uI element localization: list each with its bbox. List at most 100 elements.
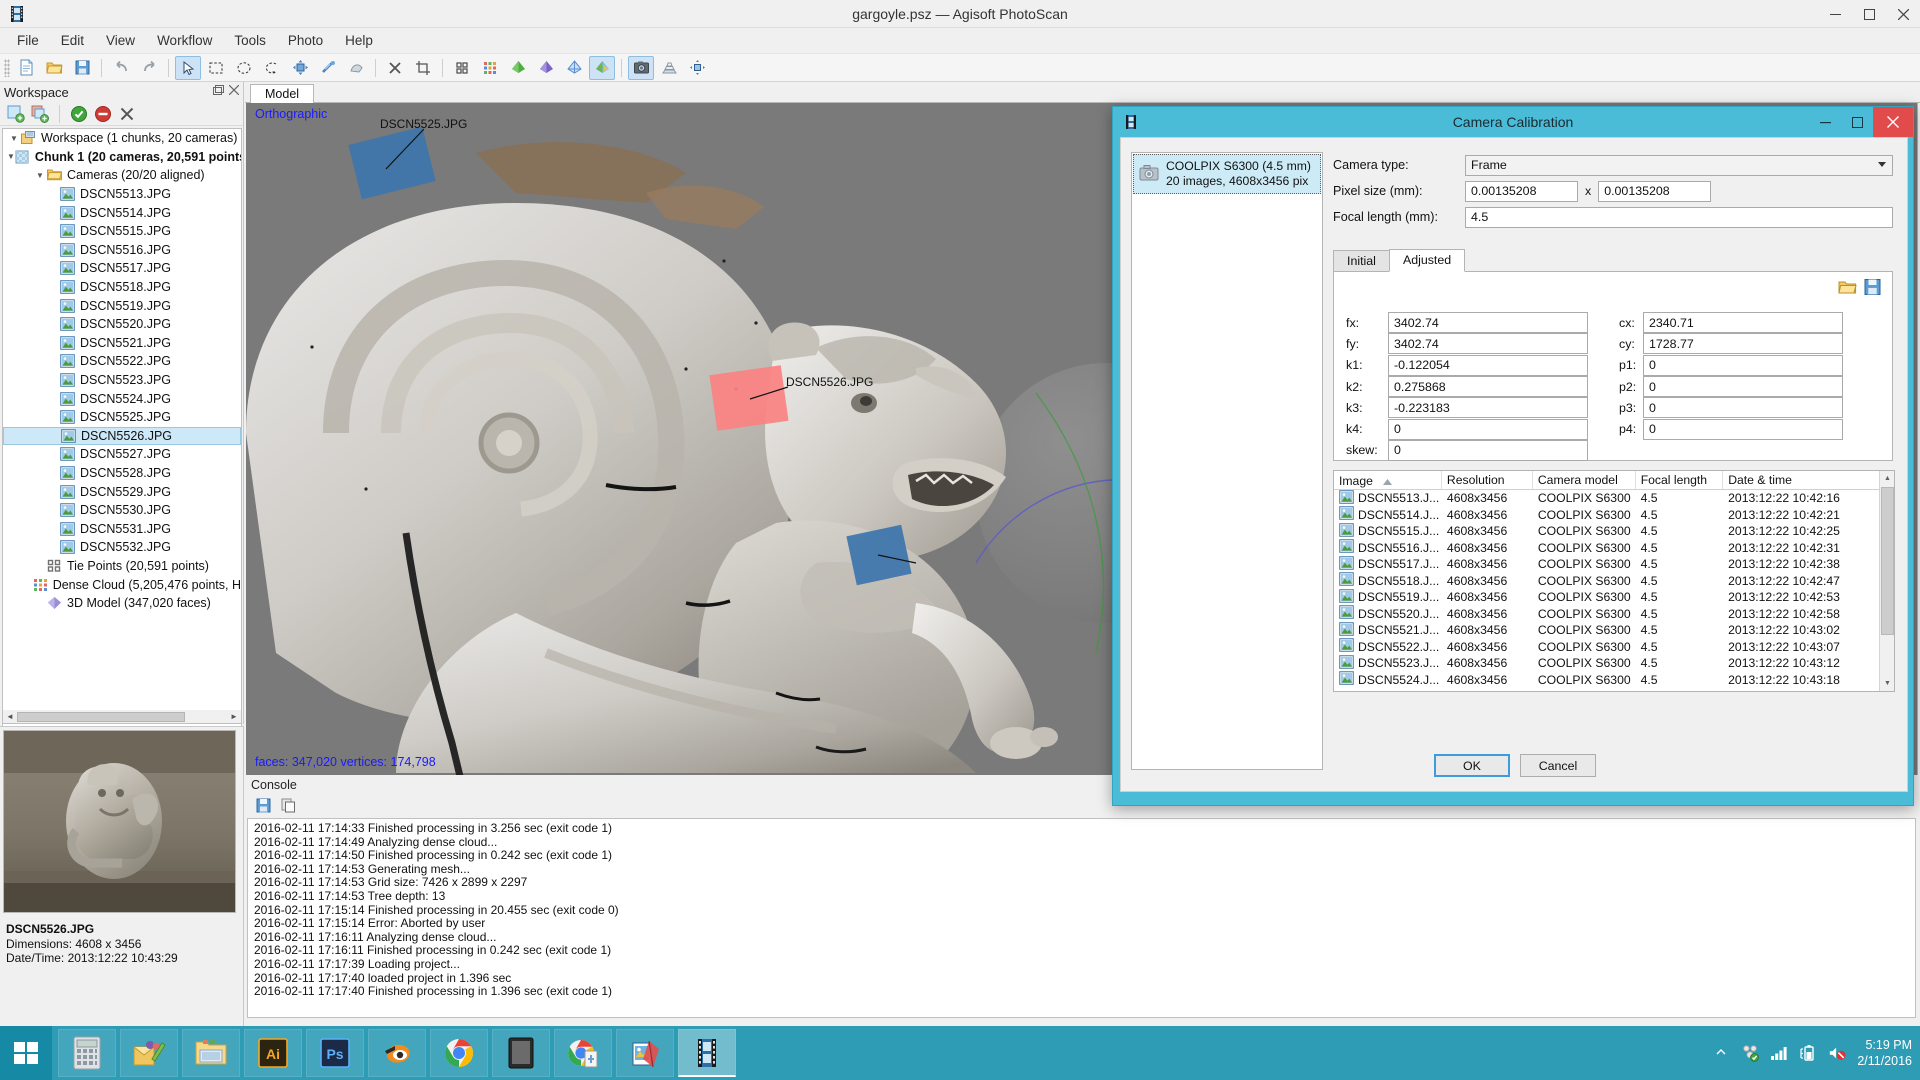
model-shaded-icon[interactable] — [533, 56, 559, 80]
table-row[interactable]: DSCN5518.J... 4608x3456 COOLPIX S6300 4.5 20… — [1334, 572, 1894, 590]
table-row[interactable]: DSCN5516.J... 4608x3456 COOLPIX S6300 4.5 20… — [1334, 539, 1894, 557]
taskbar-illustrator-icon[interactable]: Ai — [244, 1029, 302, 1077]
taskbar-mail-pencil-icon[interactable] — [120, 1029, 178, 1077]
param-left-input-fx[interactable]: 3402.74 — [1388, 312, 1588, 334]
menu-edit[interactable]: Edit — [50, 30, 95, 51]
new-document-icon[interactable] — [13, 56, 39, 80]
param-right-input-p3[interactable]: 0 — [1643, 397, 1843, 419]
tree-item-dscn5516jpg[interactable]: DSCN5516.JPG — [3, 241, 241, 260]
table-row[interactable]: DSCN5524.J... 4608x3456 COOLPIX S6300 4.5 20… — [1334, 671, 1894, 689]
tree-item-dscn5523jpg[interactable]: DSCN5523.JPG — [3, 371, 241, 390]
undo-icon[interactable] — [108, 56, 134, 80]
tree-item-dscn5529jpg[interactable]: DSCN5529.JPG — [3, 482, 241, 501]
tab-initial[interactable]: Initial — [1333, 250, 1390, 272]
workspace-horizontal-scrollbar[interactable]: ◄ ► — [2, 710, 242, 724]
tree-item-dscn5527jpg[interactable]: DSCN5527.JPG — [3, 445, 241, 464]
tree-item-dscn5520jpg[interactable]: DSCN5520.JPG — [3, 315, 241, 334]
menu-tools[interactable]: Tools — [223, 30, 277, 51]
dialog-close-button[interactable] — [1873, 107, 1913, 137]
param-left-input-k3[interactable]: -0.223183 — [1388, 397, 1588, 419]
pointer-icon[interactable] — [175, 55, 201, 80]
model-textured-icon[interactable] — [589, 55, 615, 80]
table-row[interactable]: DSCN5520.J... 4608x3456 COOLPIX S6300 4.5 20… — [1334, 605, 1894, 623]
expand-arrow-icon[interactable]: ▼ — [36, 171, 47, 180]
console-output[interactable]: 2016-02-11 17:14:33 Finished processing … — [247, 818, 1916, 1018]
close-button[interactable] — [1886, 0, 1920, 28]
table-row[interactable]: DSCN5521.J... 4608x3456 COOLPIX S6300 4.5 20… — [1334, 621, 1894, 639]
scroll-right-icon[interactable]: ► — [227, 711, 241, 723]
dialog-title-bar[interactable]: Camera Calibration — [1113, 107, 1913, 137]
camera-group-item[interactable]: COOLPIX S6300 (4.5 mm) 20 images, 4608x3… — [1133, 154, 1321, 194]
tree-item-dscn5531jpg[interactable]: DSCN5531.JPG — [3, 519, 241, 538]
tree-item-dscn5518jpg[interactable]: DSCN5518.JPG — [3, 278, 241, 297]
expand-arrow-icon[interactable]: ▼ — [7, 152, 15, 161]
taskbar-chrome-window-icon[interactable] — [554, 1029, 612, 1077]
table-vertical-scrollbar[interactable]: ▲ ▼ — [1879, 471, 1894, 691]
menu-help[interactable]: Help — [334, 30, 384, 51]
table-row[interactable]: DSCN5517.J... 4608x3456 COOLPIX S6300 4.5 20… — [1334, 555, 1894, 573]
show-hidden-icons-chevron[interactable] — [1712, 1044, 1730, 1062]
table-row[interactable]: DSCN5513.J... 4608x3456 COOLPIX S6300 4.5 20… — [1334, 489, 1894, 507]
tab-model[interactable]: Model — [250, 84, 315, 105]
param-right-input-p1[interactable]: 0 — [1643, 354, 1843, 376]
table-scrollbar-thumb[interactable] — [1881, 487, 1894, 635]
tree-item-dscn5532jpg[interactable]: DSCN5532.JPG — [3, 538, 241, 557]
tree-item-dscn5519jpg[interactable]: DSCN5519.JPG — [3, 296, 241, 315]
workspace-tree[interactable]: ▼ Workspace (1 chunks, 20 cameras) ▼ Chunk … — [2, 128, 242, 778]
duplicate-chunk-icon[interactable] — [30, 104, 50, 124]
load-calibration-icon[interactable] — [1838, 278, 1857, 299]
tie-points-icon[interactable] — [449, 56, 475, 80]
pixel-size-x-input[interactable]: 0.00135208 — [1465, 180, 1578, 202]
calibration-image-table[interactable]: Image Resolution Camera model Focal leng… — [1333, 470, 1895, 692]
tree-item-dscn5525jpg[interactable]: DSCN5525.JPG — [3, 408, 241, 427]
taskbar-clock[interactable]: 5:19 PM 2/11/2016 — [1857, 1037, 1912, 1069]
tree-item-dscn5514jpg[interactable]: DSCN5514.JPG — [3, 203, 241, 222]
table-row[interactable]: DSCN5519.J... 4608x3456 COOLPIX S6300 4.5 20… — [1334, 588, 1894, 606]
circle-select-icon[interactable] — [231, 56, 257, 80]
crop-icon[interactable] — [410, 56, 436, 80]
taskbar-chrome-icon[interactable] — [430, 1029, 488, 1077]
camera-group-list[interactable]: COOLPIX S6300 (4.5 mm) 20 images, 4608x3… — [1131, 152, 1323, 770]
column-header-image[interactable]: Image — [1334, 471, 1442, 489]
tree-item-dscn5526jpg[interactable]: DSCN5526.JPG — [3, 426, 241, 446]
scrollbar-thumb[interactable] — [17, 711, 185, 722]
open-folder-icon[interactable] — [41, 56, 67, 80]
wifi-signal-icon[interactable] — [1770, 1044, 1788, 1062]
minimize-button[interactable] — [1818, 0, 1852, 28]
menu-file[interactable]: File — [6, 30, 50, 51]
pixel-size-y-input[interactable]: 0.00135208 — [1598, 180, 1712, 202]
tree-item-dscn5521jpg[interactable]: DSCN5521.JPG — [3, 334, 241, 353]
table-row[interactable]: DSCN5515.J... 4608x3456 COOLPIX S6300 4.5 20… — [1334, 522, 1894, 540]
reset-view-icon[interactable] — [684, 56, 710, 80]
menu-photo[interactable]: Photo — [277, 30, 334, 51]
taskbar-photo-viewer-icon[interactable] — [616, 1029, 674, 1077]
disable-icon[interactable] — [93, 104, 113, 124]
ok-button[interactable]: OK — [1434, 754, 1510, 777]
cancel-button[interactable]: Cancel — [1520, 754, 1596, 777]
param-right-input-cx[interactable]: 2340.71 — [1643, 312, 1843, 334]
save-icon[interactable] — [69, 56, 95, 80]
param-right-input-p2[interactable]: 0 — [1643, 376, 1843, 398]
menu-workflow[interactable]: Workflow — [146, 30, 223, 51]
tree-item-workspace[interactable]: ▼ Workspace (1 chunks, 20 cameras) — [3, 129, 241, 148]
model-wireframe-icon[interactable] — [561, 56, 587, 80]
redo-icon[interactable] — [136, 56, 162, 80]
tree-item-dscn5513jpg[interactable]: DSCN5513.JPG — [3, 185, 241, 204]
close-panel-icon[interactable] — [228, 84, 240, 99]
param-left-input-k4[interactable]: 0 — [1388, 418, 1588, 440]
maximize-button[interactable] — [1852, 0, 1886, 28]
windows-start-icon[interactable] — [0, 1026, 52, 1080]
expand-arrow-icon[interactable]: ▼ — [10, 134, 21, 143]
taskbar-file-explorer-icon[interactable] — [182, 1029, 240, 1077]
tree-item-3d[interactable]: 3D Model (347,020 faces) — [3, 594, 241, 613]
tree-item-tie[interactable]: Tie Points (20,591 points) — [3, 557, 241, 576]
taskbar-photoshop-icon[interactable]: Ps — [306, 1029, 364, 1077]
scroll-left-icon[interactable]: ◄ — [3, 711, 17, 723]
taskbar-tablet-icon[interactable] — [492, 1029, 550, 1077]
scroll-down-icon[interactable]: ▼ — [1880, 676, 1894, 691]
camera-type-select[interactable]: Frame — [1465, 154, 1893, 176]
copy-log-icon[interactable] — [278, 795, 298, 815]
param-left-input-k2[interactable]: 0.275868 — [1388, 376, 1588, 398]
column-header-focal-length[interactable]: Focal length — [1636, 471, 1724, 489]
levels-icon[interactable] — [656, 56, 682, 80]
